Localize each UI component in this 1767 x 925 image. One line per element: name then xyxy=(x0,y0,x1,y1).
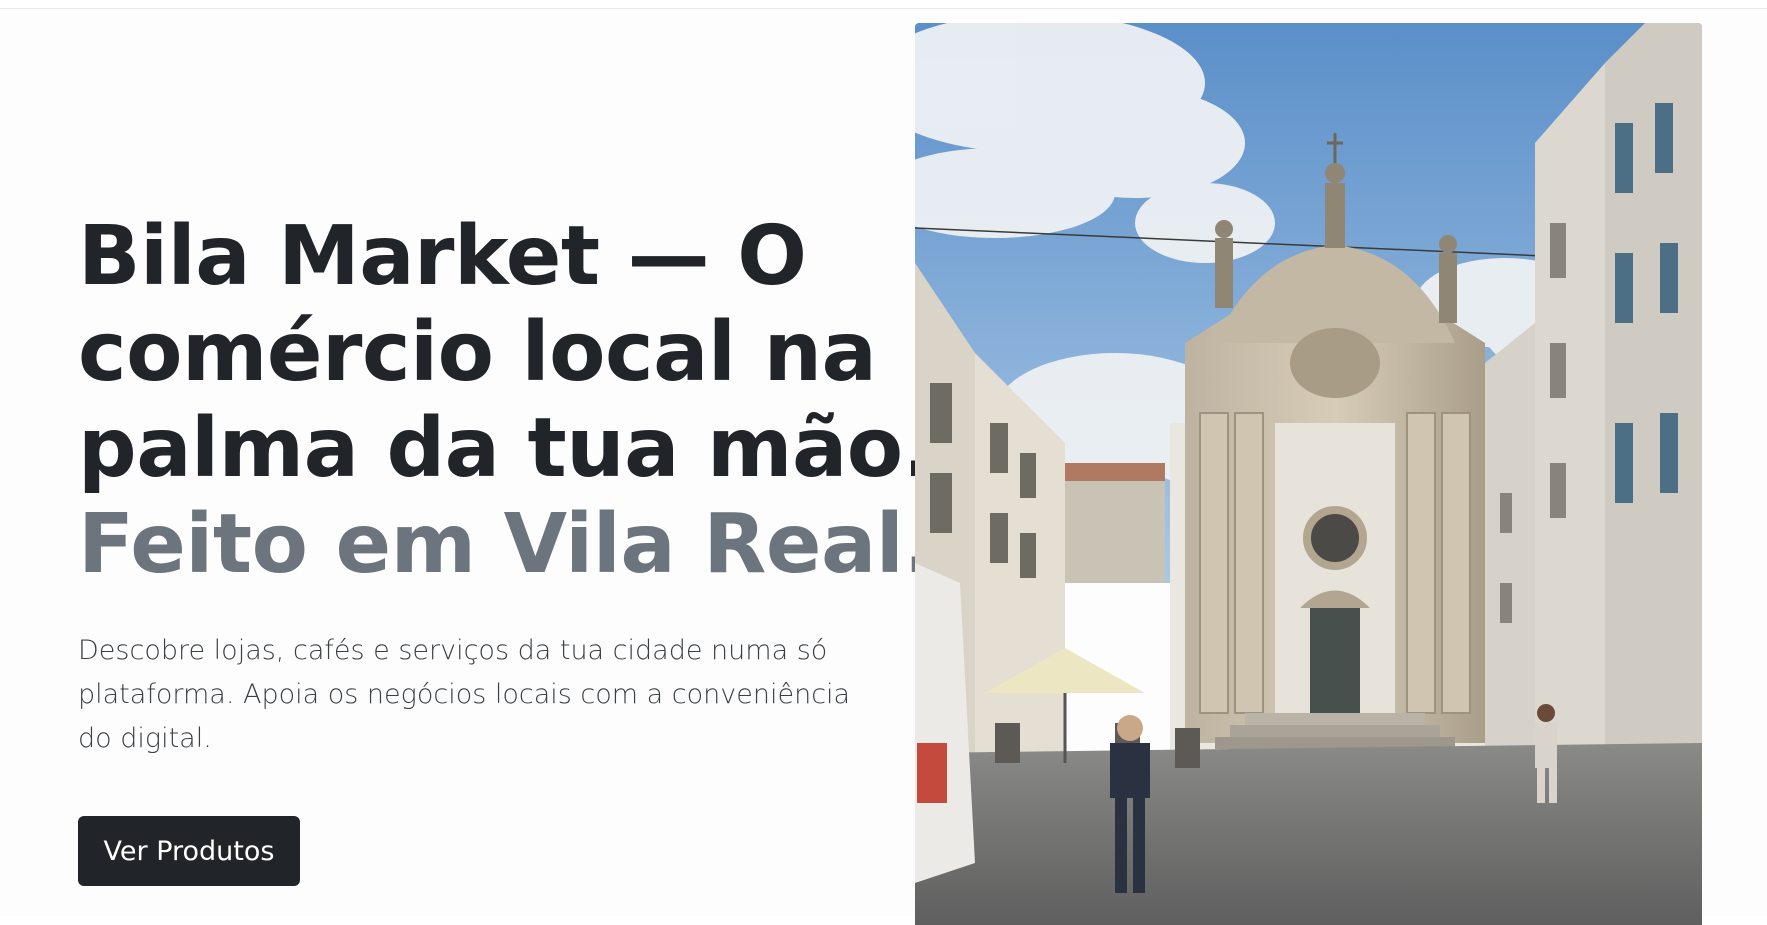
hero-title-line: comércio local na xyxy=(78,305,877,400)
hero-photo-vila-real-church xyxy=(915,23,1702,925)
hero-title-line: Bila Market — O xyxy=(78,209,807,304)
top-divider xyxy=(0,0,1767,9)
hero-title-highlight: Feito em Vila Real. xyxy=(78,497,935,592)
hero-text-block: Bila Market — O comércio local na palma … xyxy=(78,209,935,761)
view-products-button[interactable]: Ver Produtos xyxy=(78,816,300,886)
hero-title-line: palma da tua mão. xyxy=(78,401,934,496)
hero-section: Bila Market — O comércio local na palma … xyxy=(0,9,1767,925)
hero-lead-text: Descobre lojas, cafés e serviços da tua … xyxy=(78,635,851,754)
street-church-illustration xyxy=(915,23,1702,925)
hero-title: Bila Market — O comércio local na palma … xyxy=(78,209,935,593)
